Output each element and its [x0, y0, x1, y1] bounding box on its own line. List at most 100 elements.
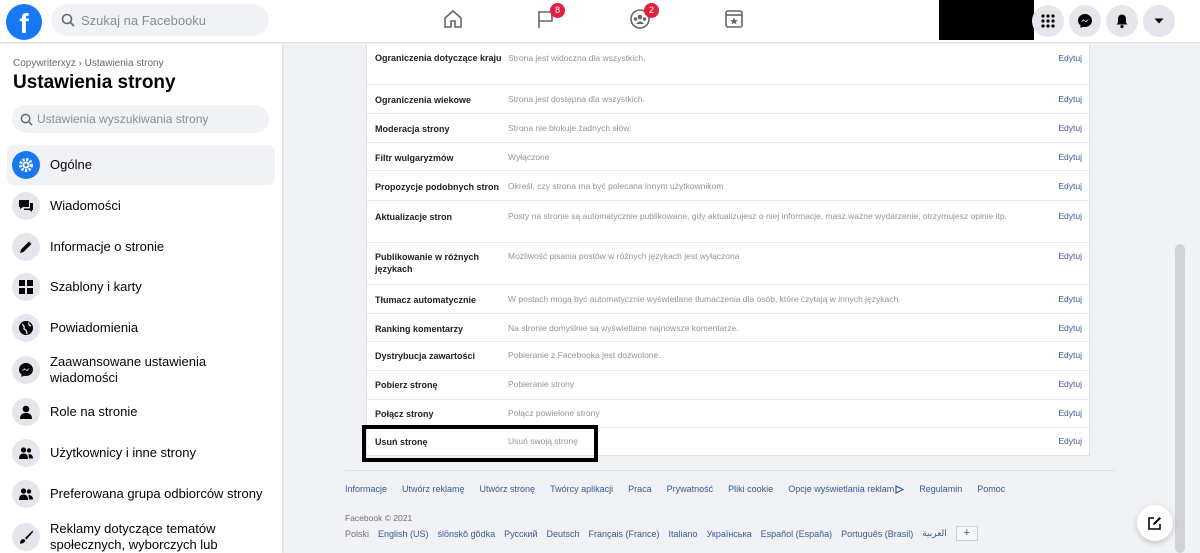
- setting-description: Pobieranie z Facebooka jest dozwolone.: [508, 350, 661, 360]
- footer-link-label: Opcje wyświetlania reklam: [788, 484, 895, 494]
- account-menu-button[interactable]: [1143, 5, 1175, 37]
- more-languages-button[interactable]: +: [955, 526, 978, 541]
- setting-name: Połącz strony: [375, 409, 434, 419]
- settings-row-page-updates[interactable]: Aktualizacje stron Posty na stronie są a…: [367, 201, 1091, 243]
- settings-row-comment-ranking[interactable]: Ranking komentarzy Na stronie domyślnie …: [367, 314, 1091, 342]
- edit-link[interactable]: Edytuj: [1058, 379, 1082, 389]
- messenger-icon: [12, 356, 40, 384]
- breadcrumb[interactable]: Copywriterxyz › Ustawienia strony: [13, 58, 164, 69]
- grid-icon: [12, 273, 40, 301]
- edit-link[interactable]: Edytuj: [1058, 152, 1082, 162]
- setting-description: Określ, czy strona ma być polecana innym…: [508, 181, 724, 191]
- sidebar-item-notifications[interactable]: Powiadomienia: [7, 308, 275, 348]
- setting-name: Ograniczenia dotyczące kraju: [375, 53, 502, 63]
- settings-search-input[interactable]: Ustawienia wyszukiwania strony: [12, 105, 269, 133]
- redacted-profile-area: [939, 0, 1034, 40]
- sidebar-item-page-info[interactable]: Informacje o stronie: [7, 227, 275, 267]
- sidebar-item-preferred-audience[interactable]: Preferowana grupa odbiorców strony: [7, 474, 275, 514]
- language-link[interactable]: Português (Brasil): [841, 529, 913, 539]
- settings-row-country-restrictions[interactable]: Ograniczenia dotyczące kraju Strona jest…: [367, 44, 1091, 85]
- settings-row-download-page[interactable]: Pobierz stronę Pobieranie strony Edytuj: [367, 371, 1091, 400]
- sidebar-item-label: Zaawansowane ustawienia wiadomości: [50, 354, 207, 385]
- language-link[interactable]: Русский: [504, 529, 537, 539]
- language-link[interactable]: Español (España): [761, 529, 833, 539]
- gear-icon: [12, 151, 40, 179]
- gaming-icon[interactable]: [723, 8, 745, 30]
- language-link[interactable]: Українська: [707, 529, 752, 539]
- footer-link[interactable]: Informacje: [345, 484, 387, 494]
- messenger-button[interactable]: [1069, 5, 1101, 37]
- setting-description: Strona jest widoczna dla wszystkich.: [508, 53, 646, 63]
- pages-notification-badge: 8: [550, 3, 565, 18]
- footer-link[interactable]: Regulamin: [919, 484, 962, 494]
- settings-row-content-distribution[interactable]: Dystrybucja zawartości Pobieranie z Face…: [367, 342, 1091, 371]
- setting-description: W postach mogą być automatycznie wyświet…: [508, 294, 901, 304]
- setting-name: Filtr wulgaryzmów: [375, 153, 454, 163]
- footer-link[interactable]: Pliki cookie: [728, 484, 773, 494]
- footer-link[interactable]: Utwórz reklamę: [402, 484, 465, 494]
- language-link[interactable]: العربية: [922, 528, 947, 539]
- home-icon[interactable]: [442, 8, 464, 30]
- sidebar-item-templates[interactable]: Szablony i karty: [7, 267, 275, 307]
- setting-name: Aktualizacje stron: [375, 212, 453, 222]
- footer-link[interactable]: Twórcy aplikacji: [550, 484, 613, 494]
- general-settings-table: Ograniczenia dotyczące kraju Strona jest…: [366, 44, 1091, 456]
- notifications-button[interactable]: [1106, 5, 1138, 37]
- setting-name: Tłumacz automatycznie: [375, 295, 477, 305]
- settings-row-profanity-filter[interactable]: Filtr wulgaryzmów Wyłączone Edytuj: [367, 143, 1091, 171]
- setting-name: Publikowanie w różnych językach: [375, 252, 480, 274]
- language-link[interactable]: English (US): [378, 529, 429, 539]
- edit-link[interactable]: Edytuj: [1058, 123, 1082, 133]
- edit-link[interactable]: Edytuj: [1058, 294, 1082, 304]
- scrollbar-track[interactable]: [1186, 44, 1200, 553]
- setting-name: Pobierz stronę: [375, 380, 438, 390]
- brush-icon: [12, 523, 40, 551]
- settings-row-similar-page-suggestions[interactable]: Propozycje podobnych stron Określ, czy s…: [367, 171, 1091, 201]
- sidebar-item-label: Role na stronie: [50, 404, 138, 419]
- caret-down-icon: [1154, 18, 1164, 24]
- edit-link[interactable]: Edytuj: [1058, 323, 1082, 333]
- current-language: Polski: [345, 528, 370, 539]
- groups-icon[interactable]: 2: [629, 3, 659, 30]
- scrollbar-thumb[interactable]: [1175, 244, 1185, 553]
- settings-row-merge-pages[interactable]: Połącz strony Połącz powielone strony Ed…: [367, 400, 1091, 428]
- sidebar-item-messages[interactable]: Wiadomości: [7, 186, 275, 226]
- language-link[interactable]: Deutsch: [546, 529, 579, 539]
- edit-link[interactable]: Edytuj: [1058, 251, 1082, 261]
- footer-link-ad-choices[interactable]: Opcje wyświetlania reklam: [788, 484, 905, 495]
- footer-link[interactable]: Utwórz stronę: [480, 484, 536, 494]
- top-navigation-bar: f Szukaj na Facebooku 8 2: [0, 0, 1200, 43]
- language-link[interactable]: Italiano: [669, 529, 698, 539]
- sidebar-item-advanced-messaging[interactable]: Zaawansowane ustawienia wiadomości: [7, 350, 275, 390]
- edit-link[interactable]: Edytuj: [1058, 350, 1082, 360]
- edit-link[interactable]: Edytuj: [1058, 53, 1082, 63]
- settings-row-auto-translate[interactable]: Tłumacz automatycznie W postach mogą być…: [367, 285, 1091, 314]
- settings-row-age-restrictions[interactable]: Ograniczenia wiekowe Strona jest dostępn…: [367, 85, 1091, 114]
- facebook-search-input[interactable]: Szukaj na Facebooku: [51, 4, 269, 36]
- people-icon: [12, 439, 40, 467]
- edit-link[interactable]: Edytuj: [1058, 181, 1082, 191]
- sidebar-item-label: Użytkownicy i inne strony: [50, 445, 196, 460]
- edit-link[interactable]: Edytuj: [1058, 211, 1082, 221]
- new-message-button[interactable]: [1137, 505, 1173, 541]
- language-link[interactable]: ślōnskŏ gŏdka: [438, 529, 496, 539]
- sidebar-item-general[interactable]: Ogólne: [7, 145, 275, 185]
- edit-link[interactable]: Edytuj: [1058, 94, 1082, 104]
- settings-row-multi-language-posts[interactable]: Publikowanie w różnych językach Możliwoś…: [367, 243, 1091, 285]
- edit-link[interactable]: Edytuj: [1058, 408, 1082, 418]
- remove-page-highlight-box: [362, 425, 598, 462]
- edit-link[interactable]: Edytuj: [1058, 436, 1082, 446]
- language-link[interactable]: Français (France): [589, 529, 660, 539]
- footer-link[interactable]: Pomoc: [977, 484, 1005, 494]
- setting-description: Strona nie blokuje żadnych słów.: [508, 123, 632, 133]
- footer-link[interactable]: Praca: [628, 484, 652, 494]
- menu-grid-button[interactable]: [1032, 5, 1064, 37]
- pages-flag-icon[interactable]: 8: [535, 3, 565, 30]
- facebook-logo[interactable]: f: [6, 4, 42, 40]
- sidebar-item-people-and-pages[interactable]: Użytkownicy i inne strony: [7, 433, 275, 473]
- footer-link[interactable]: Prywatność: [667, 484, 714, 494]
- settings-row-page-moderation[interactable]: Moderacja strony Strona nie blokuje żadn…: [367, 114, 1091, 143]
- sidebar-item-social-ads[interactable]: Reklamy dotyczące tematów społecznych, w…: [7, 516, 275, 553]
- sidebar-item-label: Wiadomości: [50, 198, 121, 213]
- sidebar-item-page-roles[interactable]: Role na stronie: [7, 392, 275, 432]
